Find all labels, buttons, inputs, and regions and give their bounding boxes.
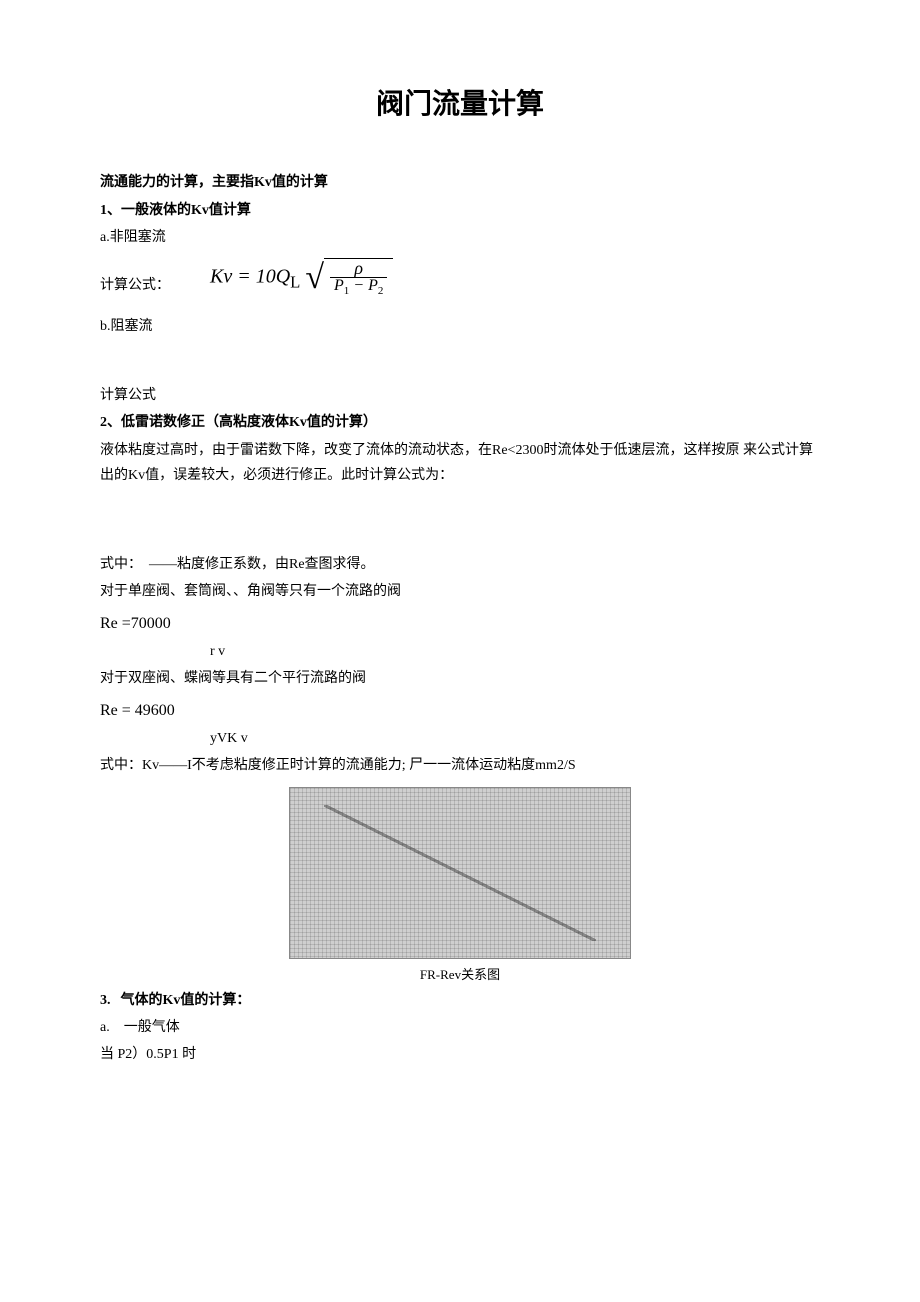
frac-denominator: P1 − P2 <box>330 277 387 297</box>
sqrt-icon: √ ρ P1 − P2 <box>305 258 393 298</box>
re-eq-2: Re = 49600 <box>100 697 820 726</box>
frac-p1: P <box>334 277 344 294</box>
section-2-heading: 2、低雷诺数修正（高粘度液体Kv值的计算） <box>100 410 820 435</box>
spacer <box>100 490 820 550</box>
sec3-a-label: a. 一般气体 <box>100 1015 820 1040</box>
formula-1: Kν = 10QL √ ρ P1 − P2 <box>170 258 393 298</box>
radical-symbol: √ <box>305 258 324 298</box>
section-3-heading: 气体的Kv值的计算： <box>121 993 251 1008</box>
sec2-note1: 式中： ——粘度修正系数，由Re查图求得。 <box>100 552 820 577</box>
re-eq-1-sub: r v <box>100 639 820 664</box>
section-3-line: 3.气体的Kv值的计算： <box>100 988 820 1013</box>
frac-minus: − <box>349 277 368 294</box>
sec2-note3: 对于双座阀、蝶阀等具有二个平行流路的阀 <box>100 666 820 691</box>
re-eq-1: Re =70000 <box>100 610 820 639</box>
intro-line: 流通能力的计算，主要指Kv值的计算 <box>100 170 820 195</box>
document-page: 阀门流量计算 流通能力的计算，主要指Kv值的计算 1、一般液体的Kv值计算 a.… <box>0 0 920 1130</box>
fraction: ρ P1 − P2 <box>324 258 393 298</box>
formula-sub: L <box>290 273 300 292</box>
sec1-a-label: a.非阻塞流 <box>100 225 820 250</box>
fr-rev-chart <box>289 787 631 959</box>
sec2-body: 液体粘度过高时，由于雷诺数下降，改变了流体的流动状态，在Re<2300时流体处于… <box>100 438 820 488</box>
formula-lhs: Kν = 10Q <box>210 266 290 288</box>
frac-p2: P <box>368 277 378 294</box>
chart-caption: FR-Rev关系图 <box>100 963 820 986</box>
frac-s2: 2 <box>378 285 384 297</box>
spacer <box>100 341 820 381</box>
page-title: 阀门流量计算 <box>100 80 820 130</box>
sec3-number: 3. <box>100 993 121 1008</box>
formula-row-1: 计算公式： Kν = 10QL √ ρ P1 − P2 <box>100 258 820 298</box>
chart-diagonal-line <box>324 805 596 941</box>
sec2-note2: 对于单座阀、套筒阀、、角阀等只有一个流路的阀 <box>100 579 820 604</box>
sec3-condition: 当 P2）0.5P1 时 <box>100 1042 820 1067</box>
section-1-heading: 1、一般液体的Kv值计算 <box>100 198 820 223</box>
frac-numerator: ρ <box>348 259 369 277</box>
re-eq-2-sub: yVK v <box>100 726 820 751</box>
calc-label-2: 计算公式 <box>100 383 820 408</box>
calc-label-1: 计算公式： <box>100 273 170 298</box>
sec1-b-label: b.阻塞流 <box>100 314 820 339</box>
sec2-note4: 式中：Kv——I不考虑粘度修正时计算的流通能力; 尸一一流体运动粘度mm2/S <box>100 753 820 778</box>
